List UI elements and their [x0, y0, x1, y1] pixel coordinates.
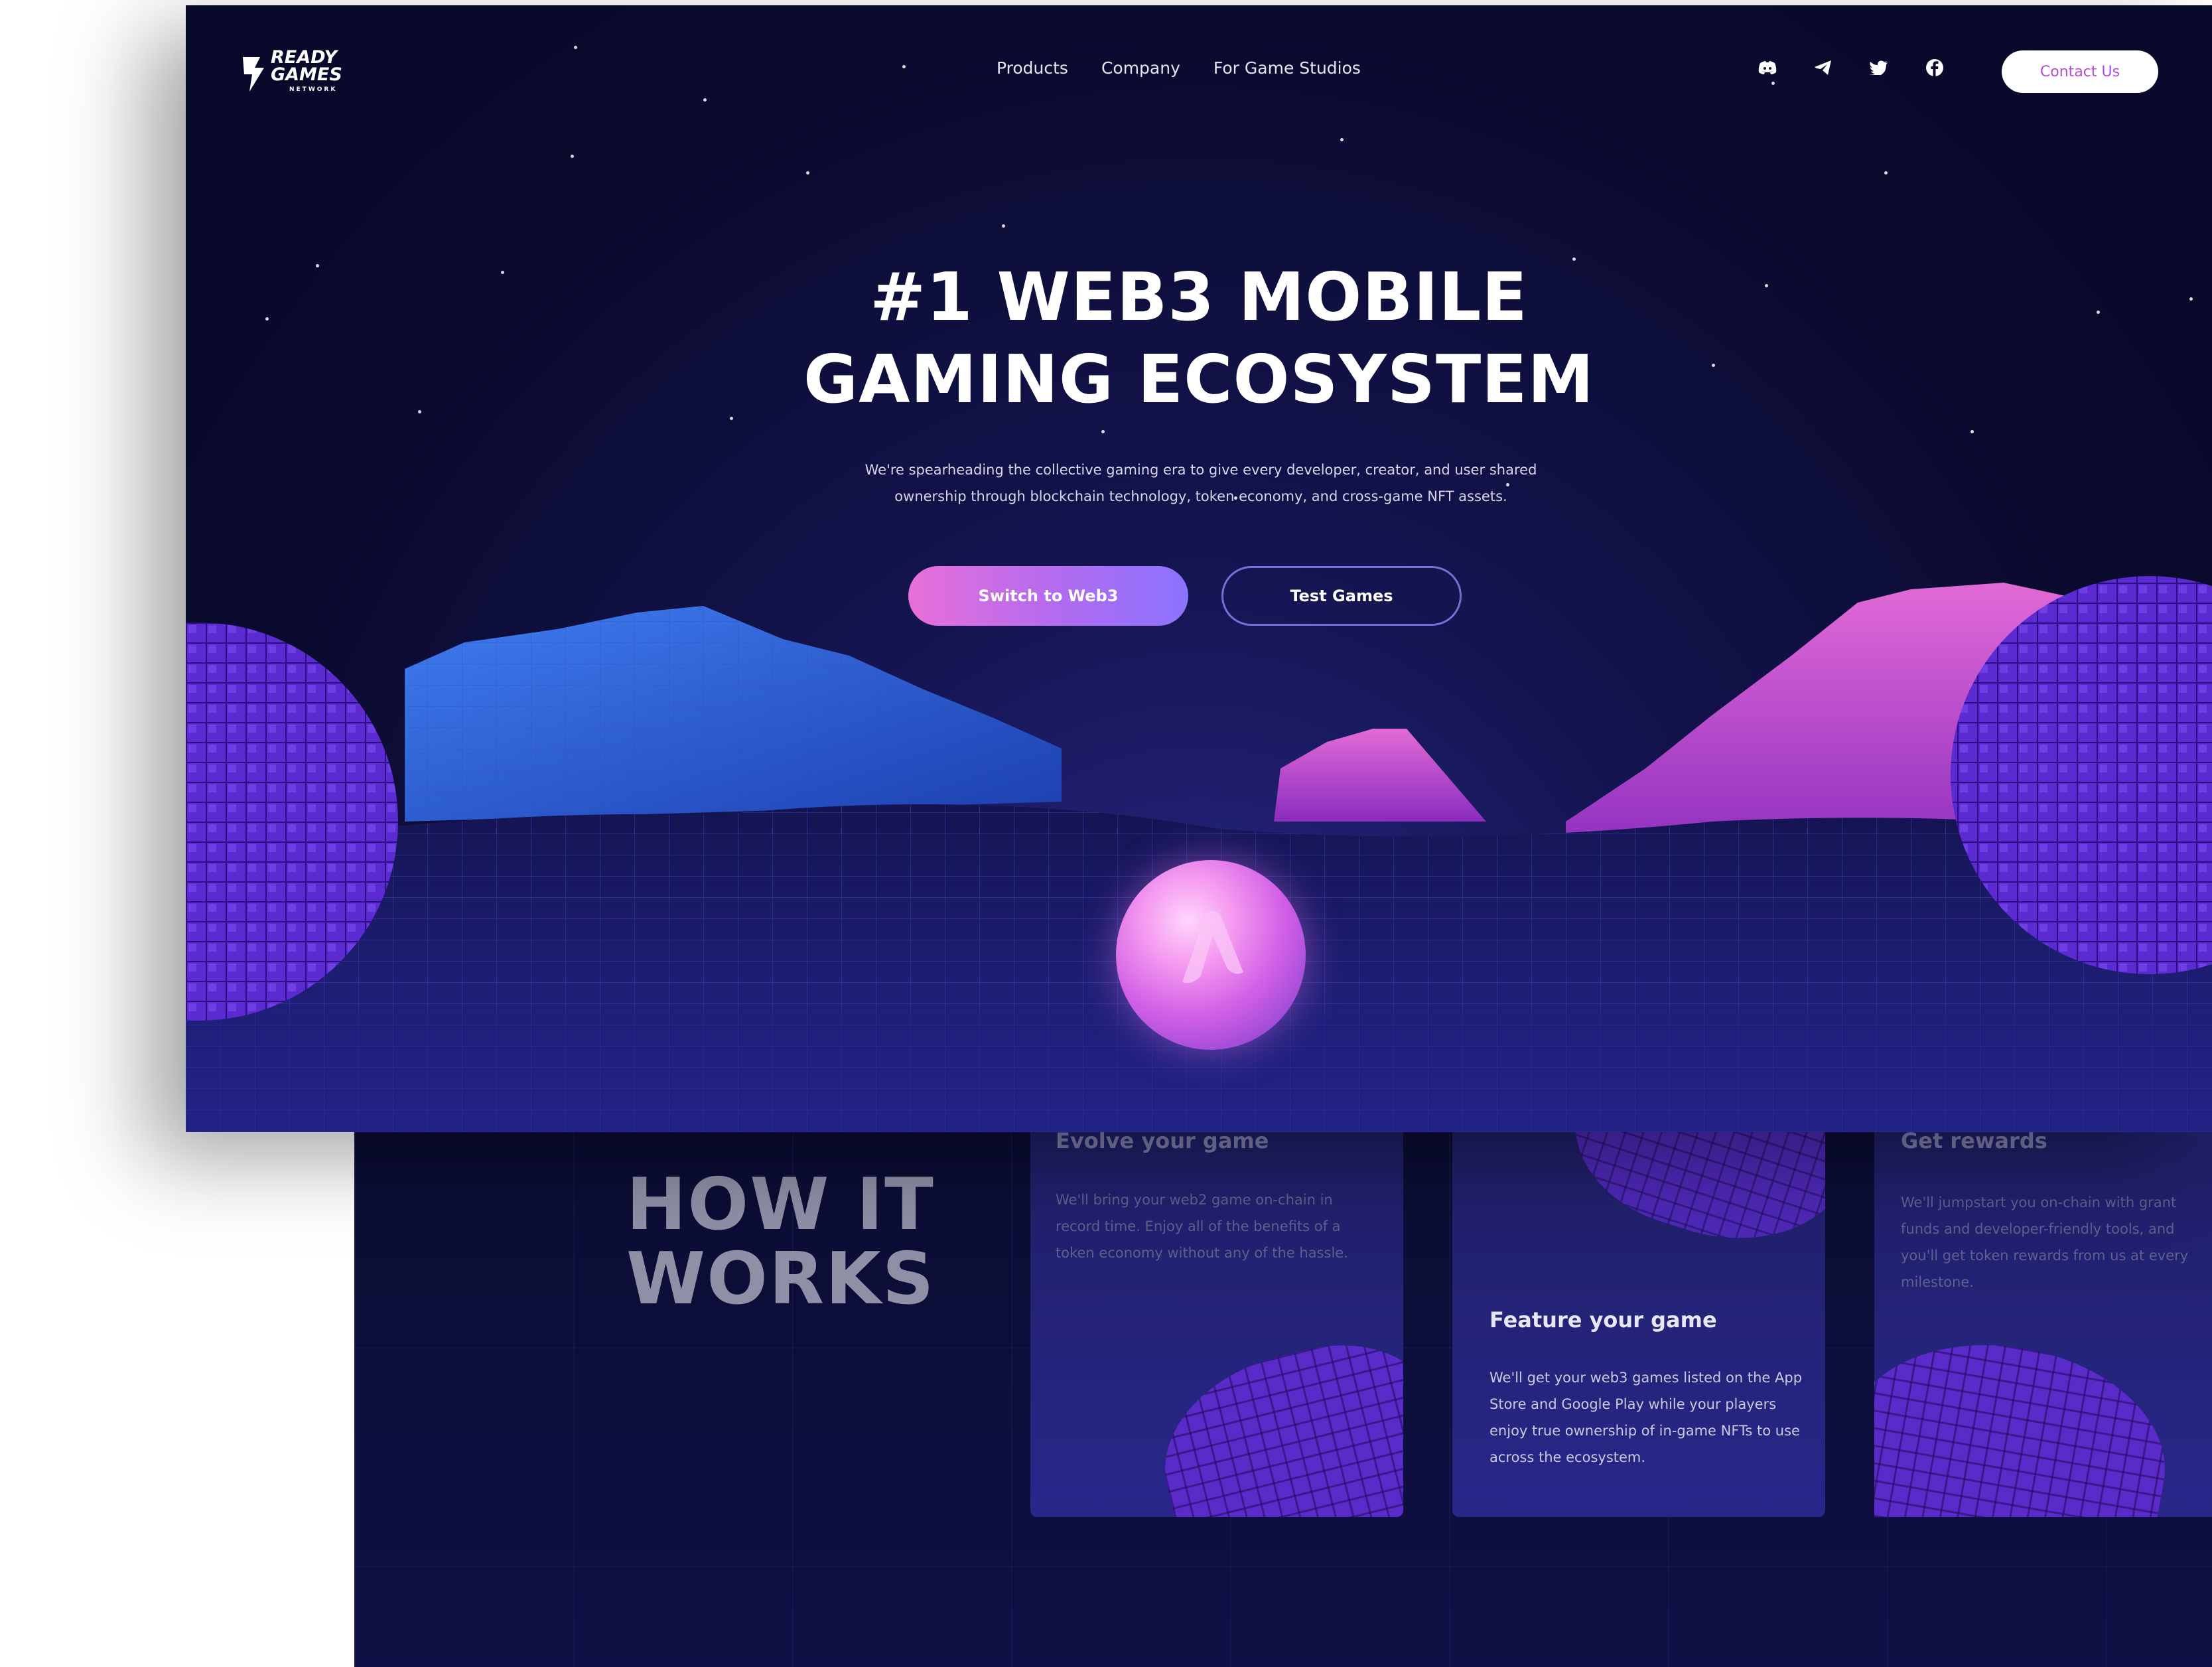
card-evolve-your-game: Evolve your game We'll bring your web2 g…: [1030, 1128, 1403, 1517]
ready-games-orb-icon: [1116, 860, 1306, 1050]
facebook-icon[interactable]: [1925, 58, 1944, 77]
card-text: We'll get your web3 games listed on the …: [1489, 1370, 1803, 1465]
top-navbar: READY GAMES NETWORK Products Company For…: [186, 5, 2212, 131]
test-games-button[interactable]: Test Games: [1221, 566, 1462, 626]
contact-us-button[interactable]: Contact Us: [2002, 50, 2158, 93]
voxel-rock-illustration: [1552, 1128, 1825, 1273]
telegram-icon[interactable]: [1814, 58, 1832, 77]
card-text: We'll jumpstart you on-chain with grant …: [1901, 1195, 2189, 1290]
switch-to-web3-button[interactable]: Switch to Web3: [908, 566, 1188, 626]
card-get-rewards: Get rewards We'll jumpstart you on-chain…: [1874, 1128, 2212, 1517]
orb-logo-glyph: [1182, 910, 1243, 983]
voxel-rock-illustration: [1142, 1323, 1403, 1517]
nav-links: Products Company For Game Studios: [997, 58, 1361, 78]
card-feature-your-game: Feature your game We'll get your web3 ga…: [1452, 1128, 1825, 1517]
card-text: We'll bring your web2 game on-chain in r…: [1056, 1192, 1348, 1261]
twitter-icon[interactable]: [1870, 58, 1888, 77]
discord-icon[interactable]: [1758, 58, 1777, 77]
ready-games-logo[interactable]: READY GAMES NETWORK: [240, 47, 353, 100]
card-title: Feature your game: [1489, 1307, 1717, 1333]
nav-link-company[interactable]: Company: [1101, 58, 1180, 78]
nav-link-for-game-studios[interactable]: For Game Studios: [1213, 58, 1361, 78]
nav-link-products[interactable]: Products: [997, 58, 1068, 78]
how-it-works-title: HOW IT WORKS: [626, 1163, 935, 1321]
how-it-works-section: HOW IT WORKS Evolve your game We'll brin…: [354, 1128, 2212, 1667]
logo-mark-icon: [243, 57, 264, 92]
social-links: [1758, 58, 1944, 77]
hero-section: READY GAMES NETWORK Products Company For…: [186, 5, 2212, 1132]
voxel-rock-illustration: [1874, 1321, 2183, 1517]
logo-wordmark: READY GAMES: [271, 47, 342, 85]
hero-subtitle: We're spearheading the collective gaming…: [864, 462, 1537, 504]
hero-title: #1 WEB3 MOBILE GAMING ECOSYSTEM: [803, 258, 1594, 418]
logo-subtitle: NETWORK: [289, 86, 338, 93]
